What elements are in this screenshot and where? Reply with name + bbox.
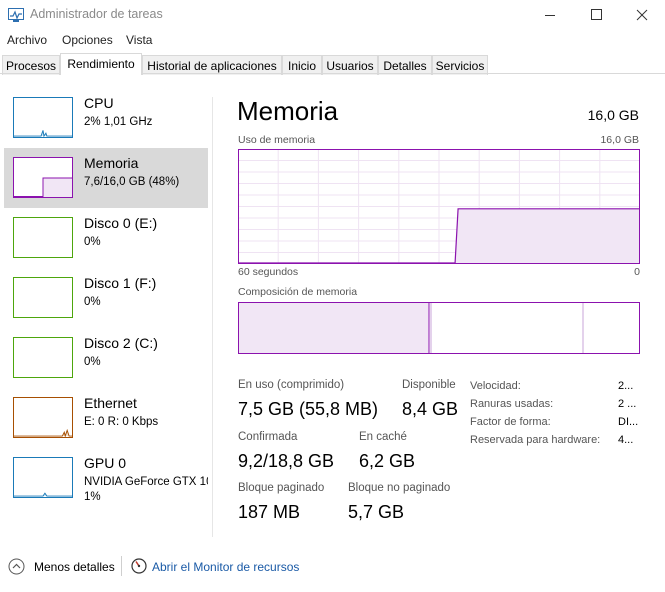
cpu-mini-graph [13, 97, 73, 138]
task-manager-icon [8, 8, 24, 22]
paged-pool-label: Bloque paginado [238, 482, 325, 494]
pane-divider [212, 97, 213, 537]
resource-disco-1[interactable]: Disco 1 (F:) 0% [4, 268, 208, 328]
nonpaged-pool-value: 5,7 GB [348, 502, 405, 522]
cached-value: 6,2 GB [359, 451, 416, 471]
slots-used-label: Ranuras usadas: [470, 398, 554, 410]
resource-list: CPU 2% 1,01 GHz Memoria 7,6/16,0 GB (48%… [0, 74, 210, 544]
resource-detail: 0% [84, 356, 101, 368]
tab-strip: Procesos Rendimiento Historial de aplica… [0, 53, 665, 75]
footer-divider [121, 556, 122, 576]
close-icon [636, 9, 648, 21]
open-resource-monitor-link[interactable]: Abrir el Monitor de recursos [152, 560, 299, 574]
menu-opciones[interactable]: Opciones [62, 33, 113, 47]
resource-name: Disco 1 (F:) [84, 275, 157, 291]
tab-rendimiento[interactable]: Rendimiento [60, 53, 142, 75]
resource-detail: E: 0 R: 0 Kbps [84, 416, 159, 428]
maximize-button[interactable] [573, 0, 619, 30]
title-bar: Administrador de tareas [0, 0, 665, 30]
usage-series-area [455, 208, 639, 264]
committed-value: 9,2/18,8 GB [238, 451, 335, 471]
usage-graph-label: Uso de memoria [238, 134, 316, 146]
gpu-mini-graph [13, 457, 73, 498]
memory-total: 16,0 GB [587, 107, 639, 123]
menu-bar: Archivo Opciones Vista [0, 30, 665, 50]
resource-gpu-0[interactable]: GPU 0 NVIDIA GeForce GTX 10 1% [4, 448, 208, 508]
resource-name: CPU [84, 95, 114, 111]
memory-composition-bar [238, 302, 640, 354]
resource-name: Disco 0 (E:) [84, 215, 158, 231]
form-factor-value: DI... [618, 416, 639, 428]
available-label: Disponible [402, 379, 456, 391]
fewer-details-button[interactable]: Menos detalles [34, 560, 115, 574]
task-manager-window: Administrador de tareas Archivo Opciones… [0, 0, 665, 592]
tab-detalles[interactable]: Detalles [378, 55, 432, 75]
tab-usuarios[interactable]: Usuarios [322, 55, 378, 75]
committed-label: Confirmada [238, 431, 298, 443]
resource-detail: 2% 1,01 GHz [84, 116, 153, 128]
disk1-mini-graph [13, 277, 73, 318]
resource-name: Memoria [84, 155, 139, 171]
slots-used-value: 2 ... [618, 398, 637, 410]
in-use-label: En uso (comprimido) [238, 379, 345, 391]
form-factor-label: Factor de forma: [470, 416, 551, 428]
resource-disco-2[interactable]: Disco 2 (C:) 0% [4, 328, 208, 388]
maximize-icon [591, 9, 602, 20]
in-use-value: 7,5 GB (55,8 MB) [238, 399, 379, 419]
resource-detail: 0% [84, 296, 101, 308]
resource-detail: 7,6/16,0 GB (48%) [84, 176, 180, 188]
resource-name: Ethernet [84, 395, 137, 411]
speed-value: 2... [618, 380, 634, 392]
minimize-button[interactable] [527, 0, 573, 30]
resource-name: GPU 0 [84, 455, 127, 471]
close-button[interactable] [619, 0, 665, 30]
resource-ethernet[interactable]: Ethernet E: 0 R: 0 Kbps [4, 388, 208, 448]
cached-label: En caché [359, 431, 407, 443]
resource-disco-0[interactable]: Disco 0 (E:) 0% [4, 208, 208, 268]
tab-historial-aplicaciones[interactable]: Historial de aplicaciones [142, 55, 282, 75]
menu-archivo[interactable]: Archivo [7, 33, 47, 47]
tab-procesos[interactable]: Procesos [2, 55, 60, 75]
nonpaged-pool-label: Bloque no paginado [348, 482, 451, 494]
minimize-icon [545, 15, 555, 16]
resource-memoria[interactable]: Memoria 7,6/16,0 GB (48%) [4, 148, 208, 208]
resource-detail: NVIDIA GeForce GTX 10 [84, 476, 208, 488]
memory-mini-graph [13, 157, 73, 198]
chevron-up-icon[interactable] [8, 558, 25, 575]
menu-vista[interactable]: Vista [126, 33, 152, 47]
composition-graph-label: Composición de memoria [238, 286, 358, 298]
x-axis-left-label: 60 segundos [238, 266, 299, 278]
disk0-mini-graph [13, 217, 73, 258]
resource-detail: 0% [84, 236, 101, 248]
tab-servicios[interactable]: Servicios [432, 55, 488, 75]
paged-pool-value: 187 MB [238, 502, 301, 522]
speed-label: Velocidad: [470, 380, 521, 392]
page-title: Memoria [237, 96, 339, 126]
resource-name: Disco 2 (C:) [84, 335, 158, 351]
available-value: 8,4 GB [402, 399, 459, 419]
resource-cpu[interactable]: CPU 2% 1,01 GHz [4, 88, 208, 148]
usage-graph-max: 16,0 GB [600, 134, 639, 146]
window-title: Administrador de tareas [30, 7, 163, 21]
disk2-mini-graph [13, 337, 73, 378]
ethernet-mini-graph [13, 397, 73, 438]
x-axis-right-label: 0 [634, 266, 640, 278]
resource-monitor-icon[interactable] [131, 558, 147, 574]
hardware-reserved-label: Reservada para hardware: [470, 434, 601, 446]
resource-detail-usage: 1% [84, 491, 101, 503]
hardware-reserved-value: 4... [618, 434, 634, 446]
tab-inicio[interactable]: Inicio [282, 55, 322, 75]
memory-usage-graph [238, 149, 640, 264]
